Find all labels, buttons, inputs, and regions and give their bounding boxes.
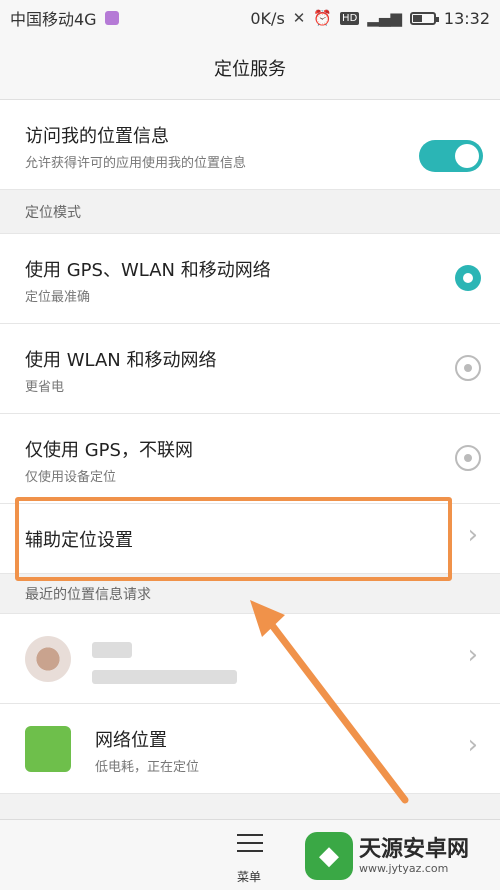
recent-request-item-network-location[interactable]: 网络位置 低电耗，正在定位 › — [0, 704, 500, 794]
assisted-location-settings-row[interactable]: 辅助定位设置 › — [0, 504, 500, 574]
section-title: 最近的位置信息请求 — [25, 586, 151, 603]
watermark: ◆ 天源安卓网 www.jytyaz.com — [305, 832, 469, 880]
location-access-row[interactable]: 访问我的位置信息 允许获得许可的应用使用我的位置信息 — [0, 100, 500, 190]
section-header-location-mode: 定位模式 — [0, 190, 500, 234]
mode-option-battery-saving[interactable]: 使用 WLAN 和移动网络 更省电 — [0, 324, 500, 414]
section-header-recent-requests: 最近的位置信息请求 — [0, 574, 500, 614]
mode-option-device-only[interactable]: 仅使用 GPS，不联网 仅使用设备定位 — [0, 414, 500, 504]
blurred-title — [92, 642, 132, 658]
location-access-toggle[interactable] — [419, 140, 483, 172]
page-title-bar: 定位服务 — [0, 36, 500, 100]
watermark-url: www.jytyaz.com — [359, 861, 449, 875]
carrier-label: 中国移动4G — [10, 10, 97, 29]
radio-button-selected[interactable] — [455, 265, 481, 291]
menu-icon[interactable] — [237, 834, 263, 854]
chevron-right-icon: › — [467, 730, 478, 760]
menu-label[interactable]: 菜单 — [237, 868, 261, 885]
battery-icon — [409, 11, 439, 25]
recent-request-item[interactable]: › — [0, 614, 500, 704]
location-access-subtitle: 允许获得许可的应用使用我的位置信息 — [25, 156, 247, 171]
recent-item-subtitle: 低电耗，正在定位 — [95, 760, 200, 775]
net-speed: 0K/s — [250, 8, 285, 28]
recent-item-title: 网络位置 — [95, 730, 167, 751]
mode-option-title: 使用 WLAN 和移动网络 — [25, 350, 217, 371]
watermark-logo-icon: ◆ — [305, 832, 353, 880]
mode-option-subtitle: 更省电 — [25, 380, 65, 395]
page-title: 定位服务 — [214, 58, 286, 80]
chevron-right-icon: › — [467, 640, 478, 670]
mode-option-title: 使用 GPS、WLAN 和移动网络 — [25, 260, 271, 281]
radio-button[interactable] — [455, 445, 481, 471]
mute-icon: ✕ — [292, 9, 306, 27]
alarm-icon: ⏰ — [313, 9, 333, 27]
toggle-knob — [455, 144, 479, 168]
picture-icon — [104, 11, 119, 25]
status-bar: 中国移动4G 0K/s ✕ ⏰ HD ▂▄▆ 13:32 — [0, 0, 500, 36]
location-access-title: 访问我的位置信息 — [25, 126, 169, 147]
android-icon — [25, 726, 71, 772]
watermark-text: 天源安卓网 — [359, 836, 470, 862]
signal-icon: ▂▄▆ — [367, 9, 402, 27]
radio-button[interactable] — [455, 355, 481, 381]
hd-icon: HD — [340, 11, 360, 25]
app-icon — [25, 636, 71, 682]
mode-option-high-accuracy[interactable]: 使用 GPS、WLAN 和移动网络 定位最准确 — [0, 234, 500, 324]
assisted-location-title: 辅助定位设置 — [25, 530, 133, 551]
chevron-right-icon: › — [467, 520, 478, 550]
section-title: 定位模式 — [25, 204, 81, 221]
mode-option-title: 仅使用 GPS，不联网 — [25, 440, 193, 461]
mode-option-subtitle: 定位最准确 — [25, 290, 91, 305]
mode-option-subtitle: 仅使用设备定位 — [25, 470, 117, 485]
clock: 13:32 — [443, 8, 490, 28]
blurred-subtitle — [92, 670, 237, 684]
